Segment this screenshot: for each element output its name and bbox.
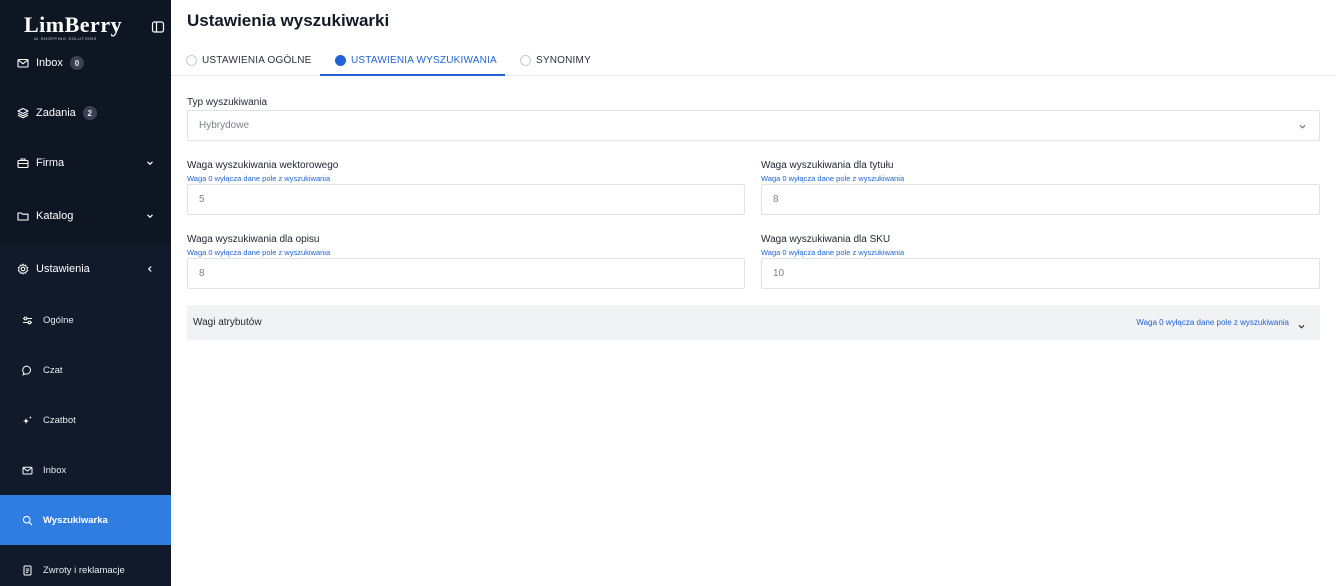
attribute-weights-title: Wagi atrybutów: [193, 317, 262, 328]
sidebar-item-firma[interactable]: Firma: [0, 138, 171, 188]
sidebar-item-label: Inbox: [36, 57, 63, 69]
tab-label: USTAWIENIA OGÓLNE: [202, 54, 312, 66]
page-title: Ustawienia wyszukiwarki: [187, 11, 390, 30]
sidebar-subitem-label: Czatbot: [43, 414, 76, 426]
sidebar-item-label: Zadania: [36, 107, 76, 119]
layers-icon: [17, 107, 29, 119]
sku-weight-input[interactable]: 10: [761, 258, 1320, 289]
tab-synonyms[interactable]: SYNONIMY: [520, 44, 591, 76]
document-icon: [22, 565, 33, 576]
sidebar-subitem-inbox[interactable]: Inbox: [0, 445, 171, 495]
tab-label: SYNONIMY: [536, 54, 591, 66]
active-tab-underline: [320, 74, 505, 76]
sidebar-subitem-label: Inbox: [43, 464, 67, 476]
vector-weight-hint: Waga 0 wyłącza dane pole z wyszukiwania: [187, 174, 331, 183]
vector-weight-input[interactable]: 5: [187, 184, 745, 215]
attribute-weights-hint: Waga 0 wyłącza dane pole z wyszukiwania: [1136, 318, 1289, 327]
sidebar-toggle-icon[interactable]: [151, 20, 165, 34]
title-weight-hint: Waga 0 wyłącza dane pole z wyszukiwania: [761, 174, 905, 183]
sidebar-item-label: Katalog: [36, 210, 74, 222]
sidebar-subitem-label: Wyszukiwarka: [43, 514, 108, 526]
title-weight-input[interactable]: 8: [761, 184, 1320, 215]
sidebar-subitem-czatbot[interactable]: Czatbot: [0, 395, 171, 445]
sidebar-item-label: Ustawienia: [36, 263, 90, 275]
search-type-select[interactable]: Hybrydowe: [187, 110, 1320, 141]
chevron-down-icon: [145, 211, 155, 221]
vector-weight-value: 5: [199, 194, 205, 205]
description-weight-value: 8: [199, 268, 205, 279]
sidebar-subitem-czat[interactable]: Czat: [0, 345, 171, 395]
sidebar-subitem-ogolne[interactable]: Ogólne: [0, 295, 171, 345]
sliders-icon: [22, 315, 33, 326]
sidebar: LimBerry AI SHOPPING SOLUTIONS Inbox 0 Z…: [0, 0, 171, 586]
description-weight-hint: Waga 0 wyłącza dane pole z wyszukiwania: [187, 248, 331, 257]
attribute-weights-accordion[interactable]: Wagi atrybutów Waga 0 wyłącza dane pole …: [187, 305, 1320, 340]
mail-icon: [22, 465, 33, 476]
tab-search-settings[interactable]: USTAWIENIA WYSZUKIWANIA: [335, 44, 497, 76]
sku-weight-hint: Waga 0 wyłącza dane pole z wyszukiwania: [761, 248, 905, 257]
logo-text: LimBerry: [24, 12, 123, 37]
title-weight-value: 8: [773, 194, 779, 205]
sku-weight-label: Waga wyszukiwania dla SKU: [761, 234, 891, 245]
chevron-left-icon: [145, 264, 155, 274]
briefcase-icon: [17, 157, 29, 169]
sku-weight-value: 10: [773, 268, 785, 279]
sidebar-item-katalog[interactable]: Katalog: [0, 191, 171, 241]
sidebar-subitem-label: Czat: [43, 364, 63, 376]
sidebar-item-zadania[interactable]: Zadania 2: [0, 88, 171, 138]
tab-label: USTAWIENIA WYSZUKIWANIA: [351, 54, 497, 66]
count-badge: 0: [69, 56, 84, 70]
radio-selected-icon: [335, 54, 346, 66]
description-weight-label: Waga wyszukiwania dla opisu: [187, 234, 320, 245]
gear-icon: [17, 263, 29, 275]
sidebar-subitem-label: Zwroty i reklamacje: [43, 564, 125, 576]
sparkles-icon: [22, 415, 33, 426]
tab-general-settings[interactable]: USTAWIENIA OGÓLNE: [186, 44, 312, 76]
description-weight-input[interactable]: 8: [187, 258, 745, 289]
sidebar-item-inbox[interactable]: Inbox 0: [0, 38, 171, 88]
sidebar-subitem-label: Ogólne: [43, 314, 74, 326]
main-content: Ustawienia wyszukiwarki USTAWIENIA OGÓLN…: [171, 0, 1336, 586]
radio-icon: [186, 54, 197, 66]
chevron-down-icon: [1297, 318, 1306, 329]
tab-bar: USTAWIENIA OGÓLNE USTAWIENIA WYSZUKIWANI…: [171, 44, 1336, 76]
vector-weight-label: Waga wyszukiwania wektorowego: [187, 160, 339, 171]
chevron-down-icon: [145, 158, 155, 168]
chat-bubble-icon: [22, 365, 33, 376]
radio-icon: [520, 54, 531, 66]
title-weight-label: Waga wyszukiwania dla tytułu: [761, 160, 894, 171]
sidebar-subitem-wyszukiwarka[interactable]: Wyszukiwarka: [0, 495, 171, 545]
sidebar-subitem-zwroty[interactable]: Zwroty i reklamacje: [0, 545, 171, 586]
search-icon: [22, 515, 33, 526]
chevron-down-icon: [1298, 122, 1307, 131]
count-badge: 2: [82, 106, 97, 120]
mail-icon: [17, 57, 29, 69]
folder-icon: [17, 210, 29, 222]
sidebar-item-ustawienia[interactable]: Ustawienia: [0, 244, 171, 294]
search-type-label: Typ wyszukiwania: [187, 97, 268, 108]
search-type-value: Hybrydowe: [199, 120, 250, 131]
sidebar-item-label: Firma: [36, 157, 65, 169]
